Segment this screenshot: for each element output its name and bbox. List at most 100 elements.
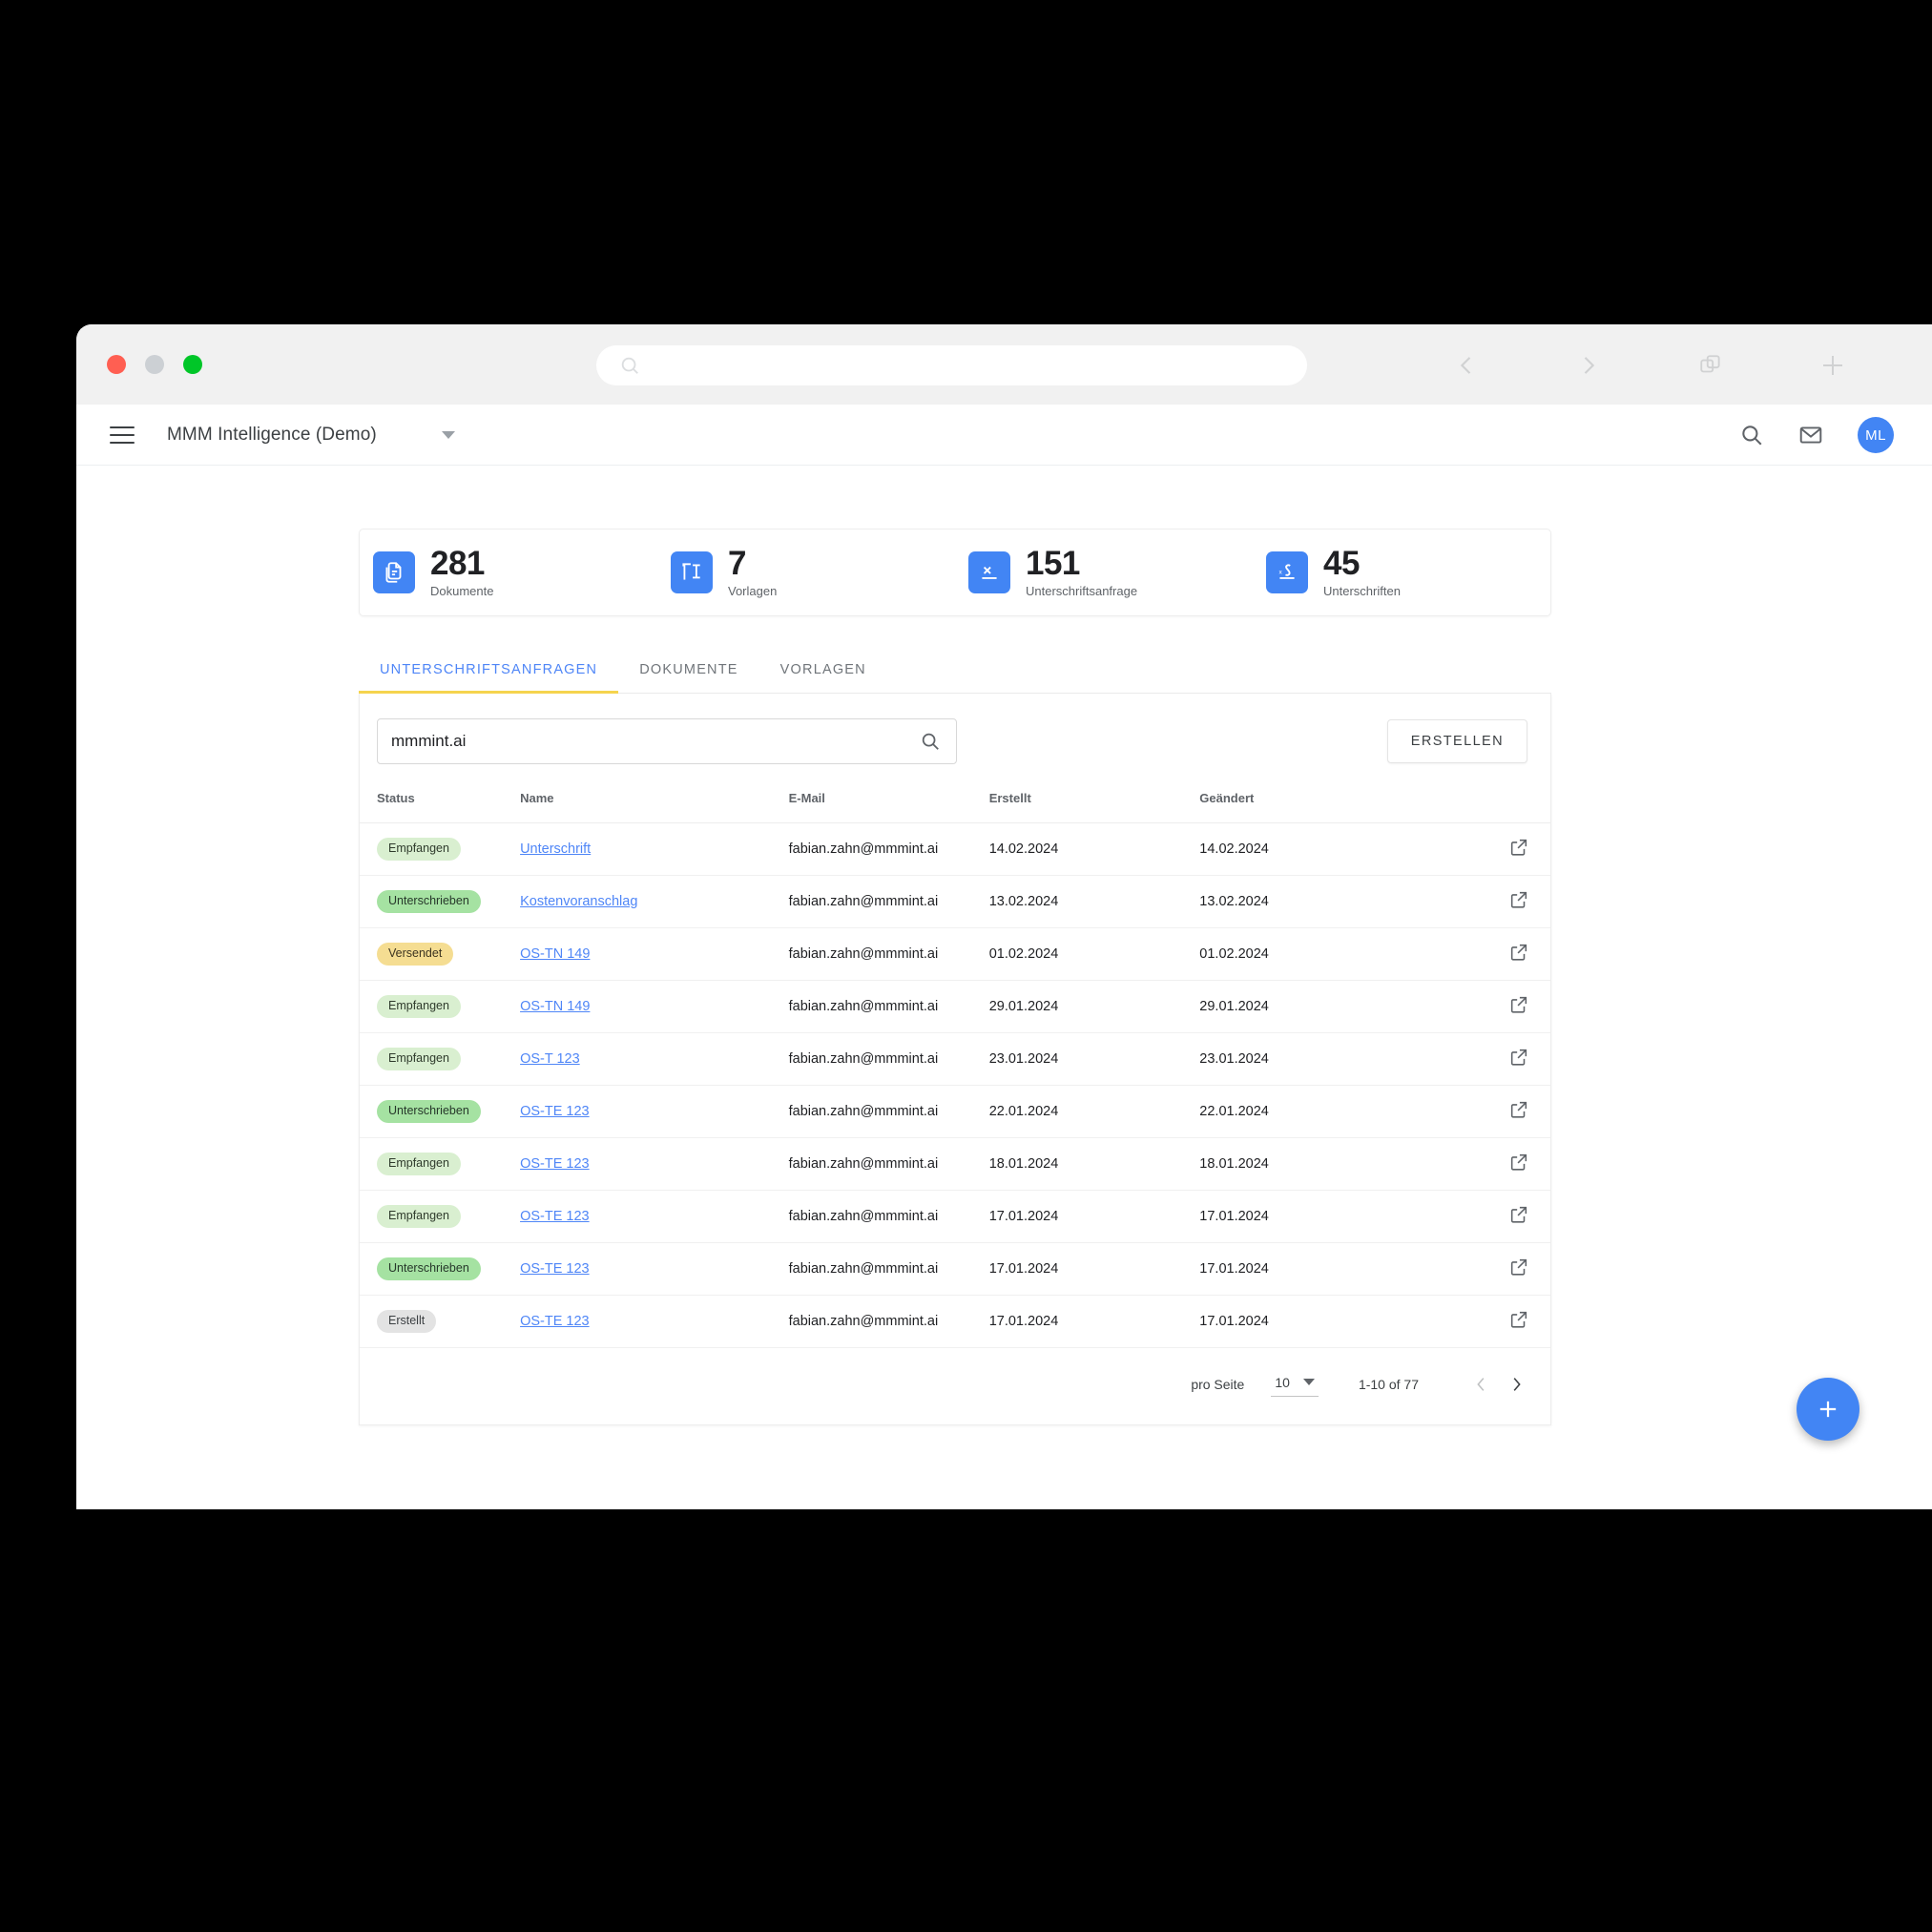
next-page-button[interactable] [1499, 1367, 1533, 1402]
external-link-icon[interactable] [1508, 994, 1529, 1015]
cell-email: fabian.zahn@mmmint.ai [788, 1190, 989, 1243]
status-badge: Empfangen [377, 838, 461, 861]
tab-overview-icon[interactable] [1650, 343, 1772, 387]
avatar-initials: ML [1865, 426, 1886, 444]
tab-vorlagen[interactable]: VORLAGEN [759, 658, 887, 693]
table-row[interactable]: Empfangen OS-TE 123 fabian.zahn@mmmint.ai 1… [360, 1137, 1550, 1191]
external-link-icon[interactable] [1508, 1047, 1529, 1068]
cell-geaendert: 13.02.2024 [1199, 875, 1470, 928]
forward-icon[interactable] [1527, 343, 1650, 387]
chevron-down-icon[interactable] [441, 430, 455, 439]
document-link[interactable]: OS-TN 149 [520, 999, 590, 1014]
stat-label: Unterschriften [1323, 584, 1401, 598]
stat-value: 151 [1026, 545, 1080, 582]
cell-email: fabian.zahn@mmmint.ai [788, 980, 989, 1033]
cell-name: OS-TN 149 [520, 980, 789, 1033]
cell-geaendert: 17.01.2024 [1199, 1190, 1470, 1243]
cell-action [1469, 1242, 1550, 1296]
cell-erstellt: 17.01.2024 [988, 1295, 1200, 1348]
cell-geaendert: 01.02.2024 [1199, 927, 1470, 981]
search-icon [619, 355, 640, 376]
table-row[interactable]: Empfangen OS-TE 123 fabian.zahn@mmmint.ai 1… [360, 1190, 1550, 1243]
document-link[interactable]: OS-TE 123 [520, 1314, 590, 1329]
document-link[interactable]: Unterschrift [520, 841, 591, 857]
search-icon[interactable] [920, 731, 941, 752]
external-link-icon[interactable] [1508, 1152, 1529, 1173]
cell-erstellt: 01.02.2024 [988, 927, 1200, 981]
search-input[interactable] [378, 732, 893, 751]
cell-status: Unterschrieben [360, 1085, 521, 1138]
cell-name: Unterschrift [520, 822, 789, 876]
traffic-lights [107, 355, 202, 374]
stat-label: Unterschriftsanfrage [1026, 584, 1138, 598]
header-actions: ML [1739, 405, 1894, 466]
cell-erstellt: 14.02.2024 [988, 822, 1200, 876]
cell-action [1469, 1137, 1550, 1191]
cell-action [1469, 875, 1550, 928]
table-row[interactable]: Empfangen Unterschrift fabian.zahn@mmmint.… [360, 822, 1550, 876]
table-row[interactable]: Empfangen OS-T 123 fabian.zahn@mmmint.ai 23… [360, 1032, 1550, 1086]
add-floating-action-button[interactable] [1797, 1378, 1859, 1441]
status-badge: Empfangen [377, 1205, 461, 1228]
document-link[interactable]: OS-TE 123 [520, 1104, 590, 1119]
status-badge: Versendet [377, 943, 454, 966]
external-link-icon[interactable] [1508, 1204, 1529, 1225]
per-page-select[interactable]: 10 [1271, 1373, 1319, 1397]
create-button[interactable]: ERSTELLEN [1386, 719, 1527, 763]
table-row[interactable]: Unterschrieben OS-TE 123 fabian.zahn@mmmin… [360, 1085, 1550, 1138]
stat-unterschriften: x 45 Unterschriften [1253, 547, 1550, 598]
tab-dokumente[interactable]: DOKUMENTE [618, 658, 758, 693]
app-header: MMM Intelligence (Demo) ML [76, 405, 1932, 466]
table-row[interactable]: Versendet OS-TN 149 fabian.zahn@mmmint.ai 0… [360, 927, 1550, 981]
table-row[interactable]: Unterschrieben Kostenvoranschlag fabian.za… [360, 875, 1550, 928]
avatar[interactable]: ML [1858, 417, 1894, 453]
document-copy-icon [373, 551, 415, 593]
content-area: 281 Dokumente 7 Vorlagen 151 Unterschrif… [359, 529, 1551, 1425]
document-link[interactable]: OS-TE 123 [520, 1261, 590, 1277]
plus-icon [1819, 1401, 1837, 1418]
cell-erstellt: 18.01.2024 [988, 1137, 1200, 1191]
browser-chrome [76, 324, 1932, 405]
cell-email: fabian.zahn@mmmint.ai [788, 875, 989, 928]
document-link[interactable]: OS-TN 149 [520, 946, 590, 962]
cell-action [1469, 980, 1550, 1033]
table-row[interactable]: Empfangen OS-TN 149 fabian.zahn@mmmint.ai 2… [360, 980, 1550, 1033]
cell-name: OS-TE 123 [520, 1137, 789, 1191]
document-link[interactable]: OS-TE 123 [520, 1209, 590, 1224]
back-icon[interactable] [1405, 343, 1527, 387]
cell-erstellt: 17.01.2024 [988, 1242, 1200, 1296]
tab-label: UNTERSCHRIFTSANFRAGEN [380, 662, 598, 677]
cell-geaendert: 17.01.2024 [1199, 1242, 1470, 1296]
external-link-icon[interactable] [1508, 1099, 1529, 1120]
previous-page-button[interactable] [1465, 1367, 1499, 1402]
menu-icon[interactable] [110, 421, 138, 449]
mail-icon[interactable] [1798, 423, 1823, 447]
table-row[interactable]: Erstellt OS-TE 123 fabian.zahn@mmmint.ai 17… [360, 1295, 1550, 1348]
external-link-icon[interactable] [1508, 889, 1529, 910]
document-link[interactable]: OS-TE 123 [520, 1156, 590, 1172]
search-field-wrapper[interactable] [377, 718, 957, 764]
cell-status: Empfangen [360, 822, 521, 876]
panel-toolbar: ERSTELLEN [360, 694, 1550, 785]
new-tab-icon[interactable] [1772, 343, 1894, 387]
table-row[interactable]: Unterschrieben OS-TE 123 fabian.zahn@mmmin… [360, 1242, 1550, 1296]
document-link[interactable]: OS-T 123 [520, 1051, 580, 1067]
column-header-email: E-Mail [788, 785, 989, 823]
stat-value: 7 [728, 545, 746, 582]
document-link[interactable]: Kostenvoranschlag [520, 894, 637, 909]
tab-unterschriftsanfragen[interactable]: UNTERSCHRIFTSANFRAGEN [359, 658, 619, 694]
external-link-icon[interactable] [1508, 837, 1529, 858]
external-link-icon[interactable] [1508, 1257, 1529, 1278]
column-header-name: Name [520, 785, 789, 823]
per-page-label: pro Seite [1191, 1377, 1245, 1392]
maximize-window-button[interactable] [183, 355, 202, 374]
close-window-button[interactable] [107, 355, 126, 374]
cell-name: OS-T 123 [520, 1032, 789, 1086]
external-link-icon[interactable] [1508, 942, 1529, 963]
template-icon [671, 551, 713, 593]
cell-status: Empfangen [360, 1032, 521, 1086]
search-icon[interactable] [1739, 423, 1764, 447]
browser-url-bar[interactable] [596, 345, 1307, 385]
external-link-icon[interactable] [1508, 1309, 1529, 1330]
minimize-window-button[interactable] [145, 355, 164, 374]
